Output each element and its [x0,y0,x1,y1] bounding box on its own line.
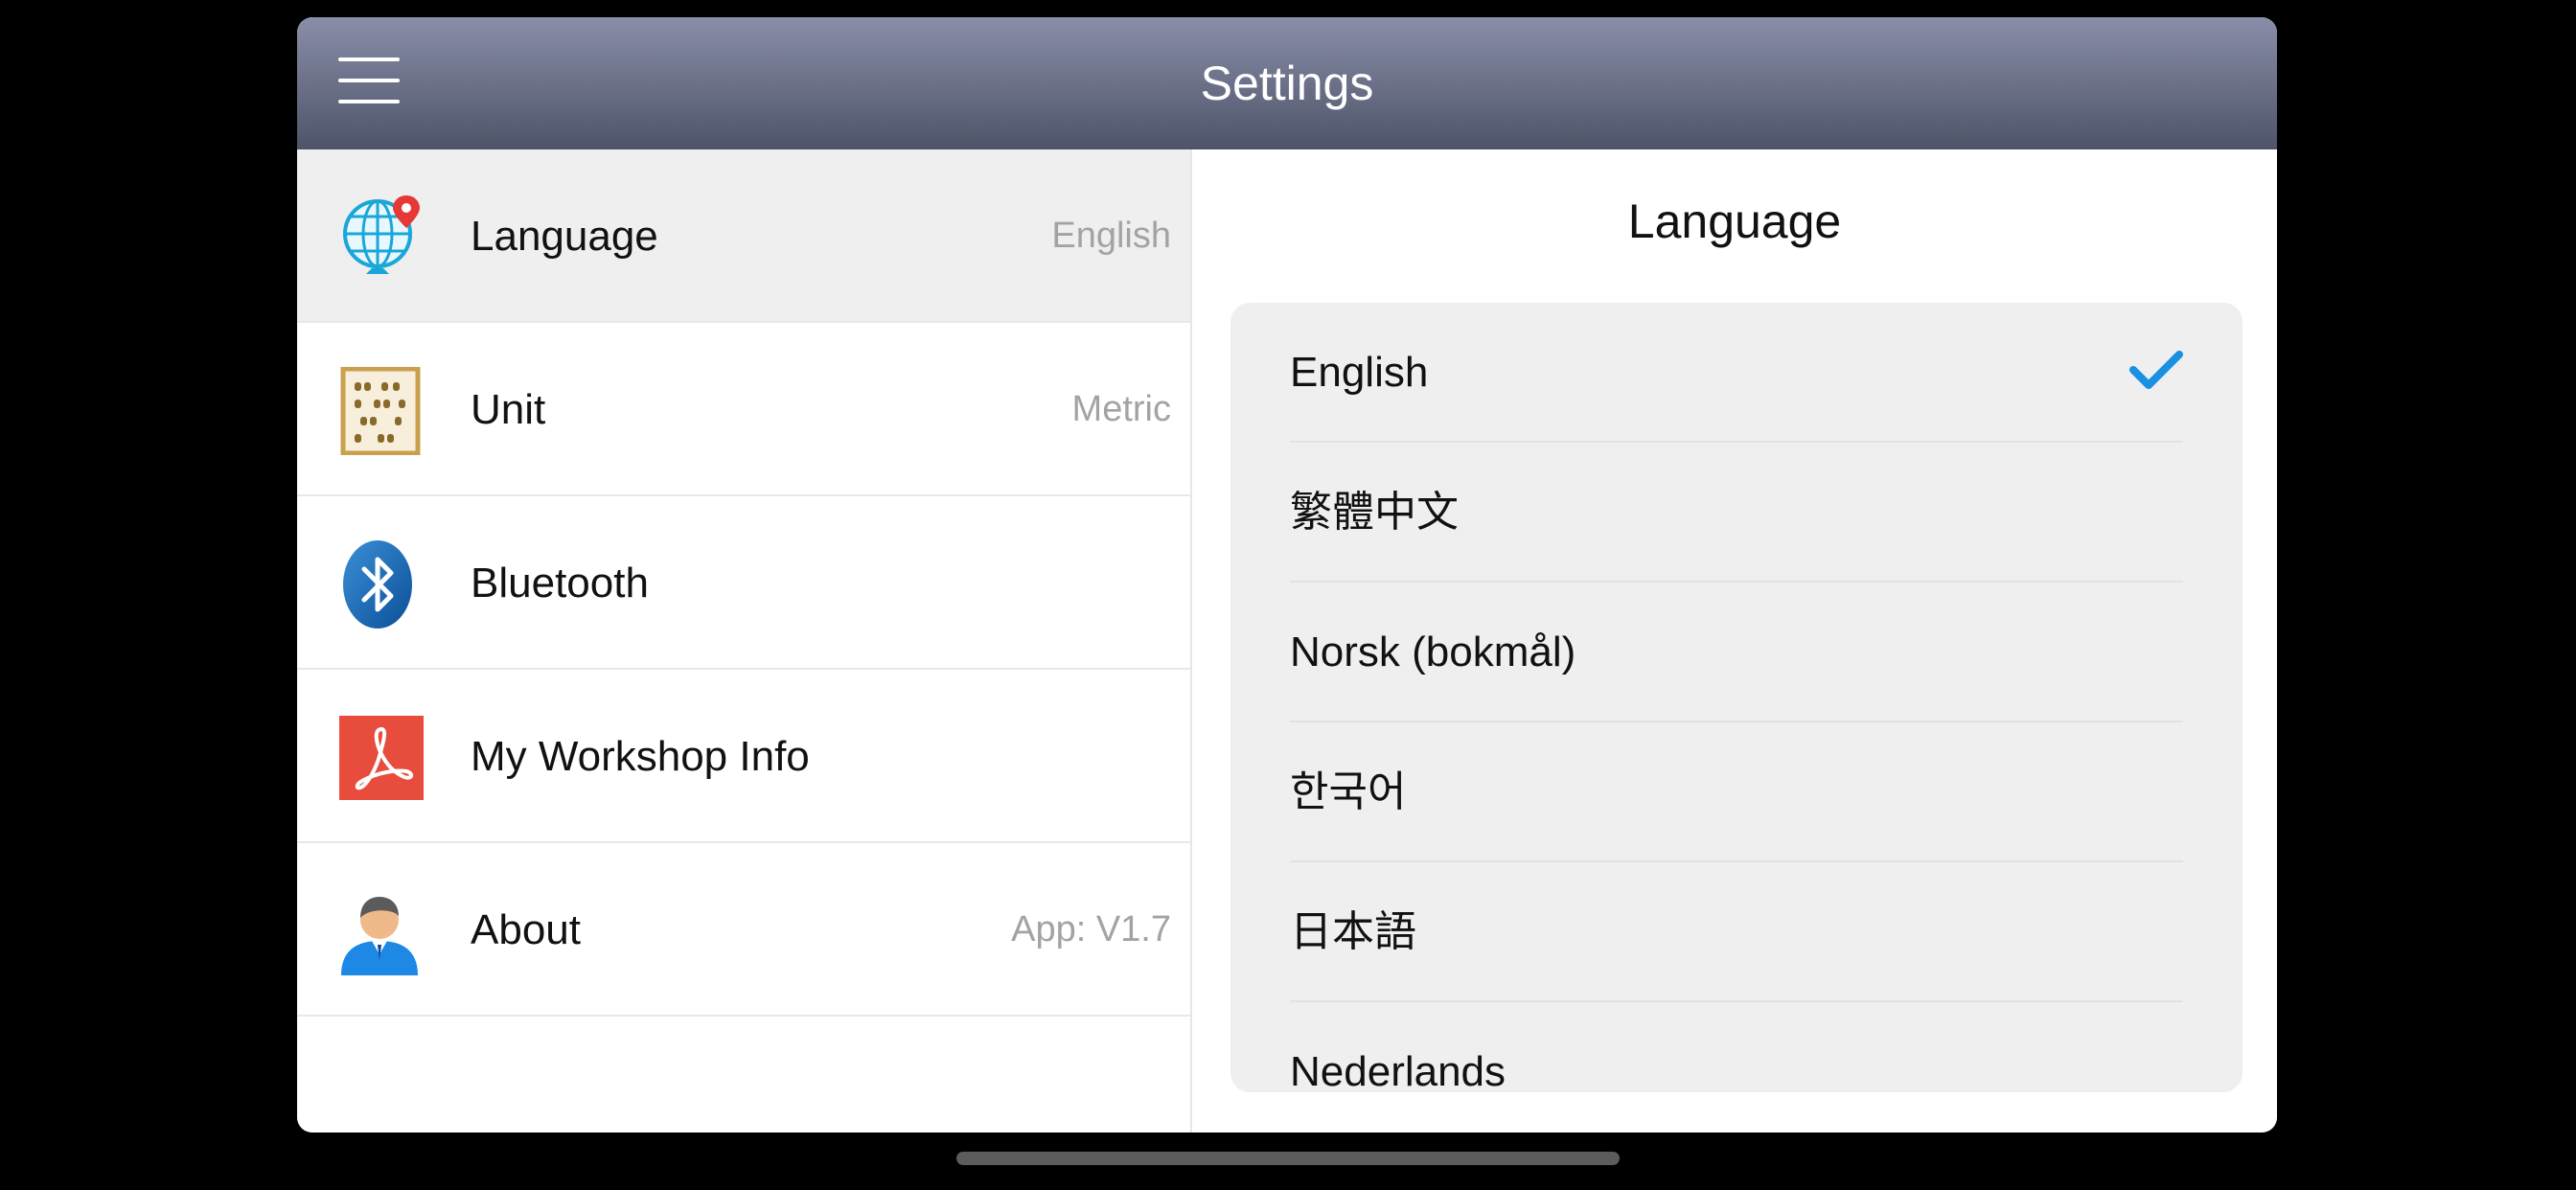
globe-location-icon [339,194,424,282]
language-option-label: 日本語 [1290,908,1416,955]
abacus-icon [339,366,424,456]
language-option-english[interactable]: English [1290,303,2183,443]
language-detail-panel: Language English 繁體中文 Norsk (bokmål) 한국어 [1192,149,2277,1133]
language-option-japanese[interactable]: 日本語 [1290,862,2183,1002]
language-option-korean[interactable]: 한국어 [1290,722,2183,862]
page-title: Settings [1200,57,1374,110]
sidebar-item-label: Unit [471,386,546,433]
pdf-document-icon [339,714,424,802]
language-option-traditional-chinese[interactable]: 繁體中文 [1290,443,2183,583]
header-bar: Settings [297,17,2277,149]
language-option-norwegian[interactable]: Norsk (bokmål) [1290,583,2183,722]
sidebar-item-bluetooth[interactable]: Bluetooth [297,496,1190,670]
language-option-label: Norsk (bokmål) [1290,629,1576,675]
settings-window: Settings Language English Unit Metric Bl… [297,17,2277,1133]
language-option-dutch[interactable]: Nederlands [1290,1002,2183,1092]
checkmark-icon [2129,349,2183,391]
settings-sidebar: Language English Unit Metric Bluetooth M… [297,149,1192,1133]
sidebar-item-label: Bluetooth [471,560,649,606]
language-list[interactable]: English 繁體中文 Norsk (bokmål) 한국어 日本語 Nede… [1230,303,2242,1092]
home-indicator[interactable] [956,1152,1620,1165]
sidebar-item-label: About [471,906,581,953]
sidebar-item-value: Metric [1071,389,1171,429]
sidebar-item-workshop-info[interactable]: My Workshop Info [297,670,1190,843]
sidebar-item-about[interactable]: About App: V1.7 [297,843,1190,1017]
language-option-label: English [1290,349,1429,396]
language-option-label: 繁體中文 [1290,489,1459,536]
sidebar-item-label: Language [471,213,658,260]
sidebar-item-value: English [1051,216,1171,256]
sidebar-item-label: My Workshop Info [471,733,810,780]
detail-title: Language [1627,195,1842,248]
user-avatar-icon [339,887,424,975]
sidebar-item-value: App: V1.7 [1011,909,1171,950]
sidebar-item-unit[interactable]: Unit Metric [297,323,1190,496]
language-option-label: 한국어 [1290,768,1407,815]
bluetooth-icon [339,540,424,629]
language-option-label: Nederlands [1290,1048,1506,1092]
sidebar-item-language[interactable]: Language English [297,149,1190,323]
